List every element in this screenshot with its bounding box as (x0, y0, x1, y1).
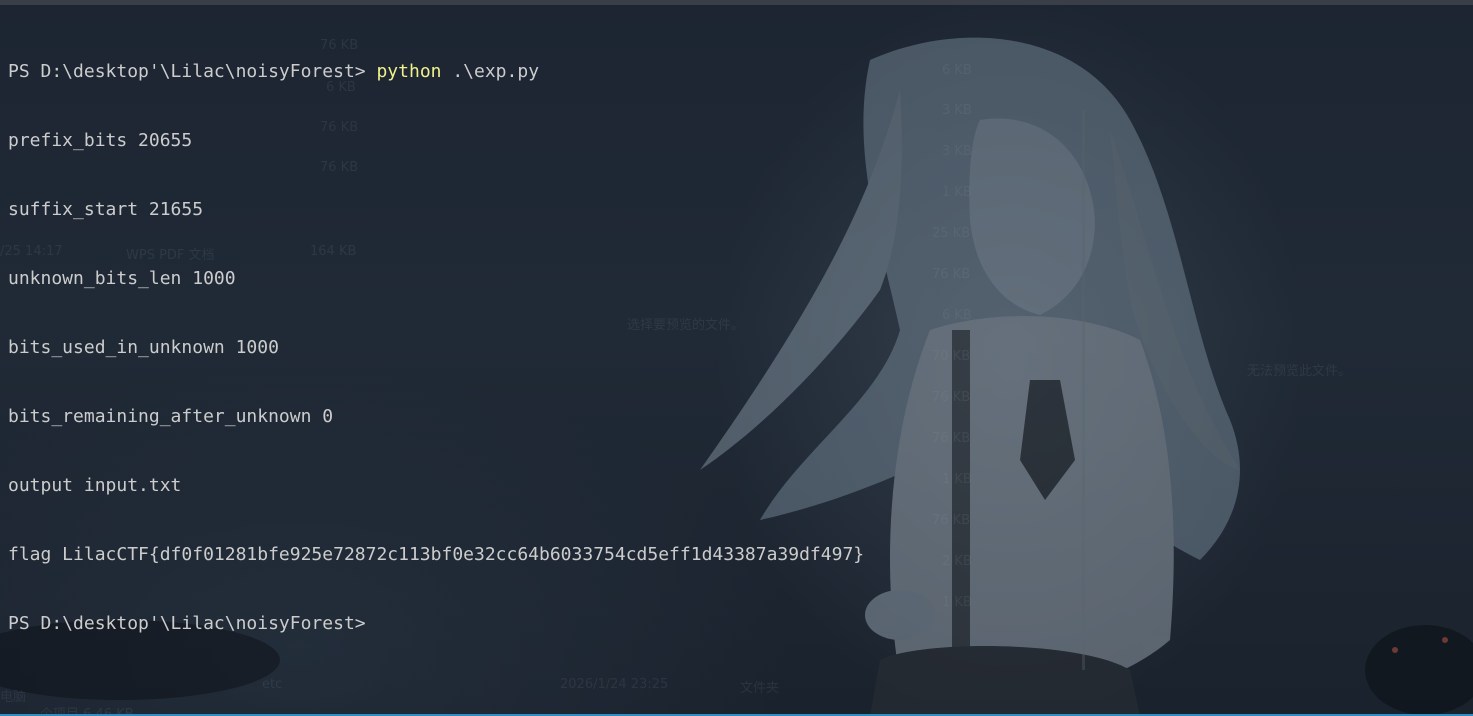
ghost-size: 3 KB (942, 103, 972, 118)
ghost-size: 2 KB (942, 554, 972, 569)
output-line: bits_used_in_unknown 1000 (8, 337, 279, 358)
ghost-size: 76 KB (932, 267, 971, 282)
ghost-size: 76 KB (932, 513, 971, 528)
ghost-size: 6 KB (942, 63, 972, 78)
command-line: PS D:\desktop'\Lilac\noisyForest> python… (8, 60, 864, 83)
ghost-size: 25 KB (932, 226, 971, 241)
ghost-no-preview: 无法预览此文件。 (1247, 364, 1352, 379)
output-line: unknown_bits_len 1000 (8, 268, 236, 289)
ghost-size: 1 KB (942, 595, 972, 610)
ghost-size: 70 KB (932, 349, 971, 364)
terminal-window[interactable]: 76 KB 6 KB 76 KB 76 KB /25 14:17 WPS PDF… (0, 0, 1473, 716)
final-prompt[interactable]: PS D:\desktop'\Lilac\noisyForest> (8, 612, 864, 635)
output-line: suffix_start 21655 (8, 199, 204, 220)
flag-line: flag LilacCTF{df0f01281bfe925e72872c113b… (8, 544, 865, 565)
ghost-size: 1 KB (942, 472, 972, 487)
ghost-size: 76 KB (932, 390, 971, 405)
command-name: python (376, 61, 442, 82)
prompt: PS D:\desktop'\Lilac\noisyForest> (8, 61, 377, 82)
output-line: output input.txt (8, 475, 182, 496)
command-args: .\exp.py (441, 61, 540, 82)
ghost-size: 76 KB (932, 431, 971, 446)
output-line: prefix_bits 20655 (8, 130, 193, 151)
terminal-output[interactable]: PS D:\desktop'\Lilac\noisyForest> python… (8, 14, 864, 681)
ghost-sidebar-item: 电脑 (0, 690, 27, 705)
ghost-size: 1 KB (942, 185, 972, 200)
ghost-size: 6 KB (942, 308, 972, 323)
output-line: bits_remaining_after_unknown 0 (8, 406, 334, 427)
ghost-size: 3 KB (942, 144, 972, 159)
